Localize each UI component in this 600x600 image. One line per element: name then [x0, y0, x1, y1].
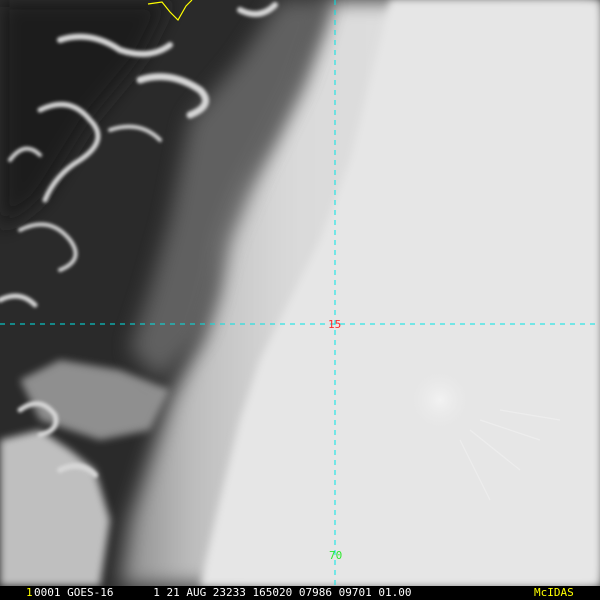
software-label: McIDAS [534, 586, 574, 599]
latitude-label: 15 [328, 318, 342, 331]
satellite-image [0, 0, 600, 586]
longitude-label: 70 [329, 549, 343, 562]
status-bar: 1 0001 GOES-16 1 21 AUG 23233 165020 079… [0, 586, 600, 600]
frame-number: 1 [26, 586, 33, 599]
image-info: 0001 GOES-16 1 21 AUG 23233 165020 07986… [34, 586, 412, 599]
satellite-viewer: 15 70 1 0001 GOES-16 1 21 AUG 23233 1650… [0, 0, 600, 600]
